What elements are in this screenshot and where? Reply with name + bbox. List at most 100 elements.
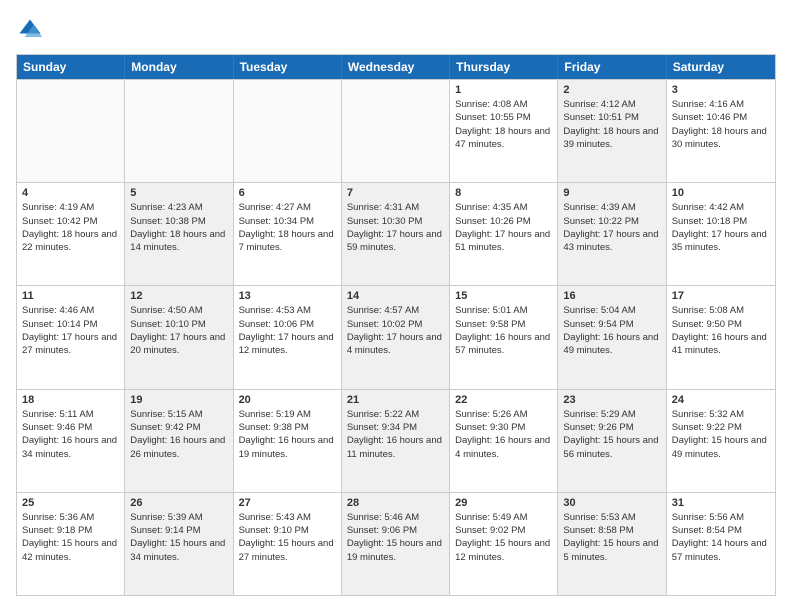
day-number-20: 20 — [239, 394, 336, 406]
day-info-26: Sunrise: 5:39 AM Sunset: 9:14 PM Dayligh… — [130, 511, 227, 564]
day-number-1: 1 — [455, 84, 552, 96]
day-cell-6: 6 Sunrise: 4:27 AM Sunset: 10:34 PM Dayli… — [234, 183, 342, 285]
day-number-25: 25 — [22, 497, 119, 509]
day-info-2: Sunrise: 4:12 AM Sunset: 10:51 PM Daylig… — [563, 98, 660, 151]
day-cell-9: 9 Sunrise: 4:39 AM Sunset: 10:22 PM Dayli… — [558, 183, 666, 285]
day-info-11: Sunrise: 4:46 AM Sunset: 10:14 PM Daylig… — [22, 304, 119, 357]
day-info-15: Sunrise: 5:01 AM Sunset: 9:58 PM Dayligh… — [455, 304, 552, 357]
day-cell-27: 27 Sunrise: 5:43 AM Sunset: 9:10 PM Dayli… — [234, 493, 342, 595]
day-info-20: Sunrise: 5:19 AM Sunset: 9:38 PM Dayligh… — [239, 408, 336, 461]
header-day-thursday: Thursday — [450, 55, 558, 79]
day-number-3: 3 — [672, 84, 770, 96]
day-info-16: Sunrise: 5:04 AM Sunset: 9:54 PM Dayligh… — [563, 304, 660, 357]
day-number-28: 28 — [347, 497, 444, 509]
day-info-29: Sunrise: 5:49 AM Sunset: 9:02 PM Dayligh… — [455, 511, 552, 564]
day-number-21: 21 — [347, 394, 444, 406]
day-number-14: 14 — [347, 290, 444, 302]
day-cell-22: 22 Sunrise: 5:26 AM Sunset: 9:30 PM Dayli… — [450, 390, 558, 492]
header-day-sunday: Sunday — [17, 55, 125, 79]
day-cell-31: 31 Sunrise: 5:56 AM Sunset: 8:54 PM Dayli… — [667, 493, 775, 595]
day-info-1: Sunrise: 4:08 AM Sunset: 10:55 PM Daylig… — [455, 98, 552, 151]
day-cell-10: 10 Sunrise: 4:42 AM Sunset: 10:18 PM Dayl… — [667, 183, 775, 285]
day-cell-13: 13 Sunrise: 4:53 AM Sunset: 10:06 PM Dayl… — [234, 286, 342, 388]
header-day-wednesday: Wednesday — [342, 55, 450, 79]
day-cell-empty — [234, 80, 342, 182]
day-info-14: Sunrise: 4:57 AM Sunset: 10:02 PM Daylig… — [347, 304, 444, 357]
day-number-2: 2 — [563, 84, 660, 96]
day-cell-2: 2 Sunrise: 4:12 AM Sunset: 10:51 PM Dayli… — [558, 80, 666, 182]
day-info-13: Sunrise: 4:53 AM Sunset: 10:06 PM Daylig… — [239, 304, 336, 357]
day-number-17: 17 — [672, 290, 770, 302]
day-number-11: 11 — [22, 290, 119, 302]
day-info-17: Sunrise: 5:08 AM Sunset: 9:50 PM Dayligh… — [672, 304, 770, 357]
day-info-31: Sunrise: 5:56 AM Sunset: 8:54 PM Dayligh… — [672, 511, 770, 564]
day-cell-26: 26 Sunrise: 5:39 AM Sunset: 9:14 PM Dayli… — [125, 493, 233, 595]
day-number-13: 13 — [239, 290, 336, 302]
day-info-30: Sunrise: 5:53 AM Sunset: 8:58 PM Dayligh… — [563, 511, 660, 564]
day-number-12: 12 — [130, 290, 227, 302]
day-number-9: 9 — [563, 187, 660, 199]
day-cell-8: 8 Sunrise: 4:35 AM Sunset: 10:26 PM Dayli… — [450, 183, 558, 285]
header-day-tuesday: Tuesday — [234, 55, 342, 79]
day-number-23: 23 — [563, 394, 660, 406]
day-cell-15: 15 Sunrise: 5:01 AM Sunset: 9:58 PM Dayli… — [450, 286, 558, 388]
calendar: SundayMondayTuesdayWednesdayThursdayFrid… — [16, 54, 776, 596]
day-number-16: 16 — [563, 290, 660, 302]
day-info-22: Sunrise: 5:26 AM Sunset: 9:30 PM Dayligh… — [455, 408, 552, 461]
day-cell-19: 19Sunrise: 5:15 AM Sunset: 9:42 PM Dayli… — [125, 390, 233, 492]
logo-icon — [16, 16, 44, 44]
day-cell-29: 29 Sunrise: 5:49 AM Sunset: 9:02 PM Dayli… — [450, 493, 558, 595]
day-number-24: 24 — [672, 394, 770, 406]
day-cell-empty — [17, 80, 125, 182]
day-number-15: 15 — [455, 290, 552, 302]
day-cell-18: 18Sunrise: 5:11 AM Sunset: 9:46 PM Dayli… — [17, 390, 125, 492]
calendar-week-2: 4Sunrise: 4:19 AM Sunset: 10:42 PM Dayli… — [17, 182, 775, 285]
day-number-22: 22 — [455, 394, 552, 406]
day-cell-28: 28Sunrise: 5:46 AM Sunset: 9:06 PM Dayli… — [342, 493, 450, 595]
header-day-friday: Friday — [558, 55, 666, 79]
day-cell-3: 3 Sunrise: 4:16 AM Sunset: 10:46 PM Dayli… — [667, 80, 775, 182]
day-info-24: Sunrise: 5:32 AM Sunset: 9:22 PM Dayligh… — [672, 408, 770, 461]
calendar-week-4: 18Sunrise: 5:11 AM Sunset: 9:46 PM Dayli… — [17, 389, 775, 492]
day-cell-7: 7Sunrise: 4:31 AM Sunset: 10:30 PM Dayli… — [342, 183, 450, 285]
day-cell-4: 4Sunrise: 4:19 AM Sunset: 10:42 PM Dayli… — [17, 183, 125, 285]
day-cell-5: 5 Sunrise: 4:23 AM Sunset: 10:38 PM Dayli… — [125, 183, 233, 285]
day-number-26: 26 — [130, 497, 227, 509]
day-info-3: Sunrise: 4:16 AM Sunset: 10:46 PM Daylig… — [672, 98, 770, 151]
logo — [16, 16, 48, 44]
day-number-30: 30 — [563, 497, 660, 509]
day-info-9: Sunrise: 4:39 AM Sunset: 10:22 PM Daylig… — [563, 201, 660, 254]
day-info-5: Sunrise: 4:23 AM Sunset: 10:38 PM Daylig… — [130, 201, 227, 254]
day-info-27: Sunrise: 5:43 AM Sunset: 9:10 PM Dayligh… — [239, 511, 336, 564]
day-cell-25: 25 Sunrise: 5:36 AM Sunset: 9:18 PM Dayli… — [17, 493, 125, 595]
day-info-19: Sunrise: 5:15 AM Sunset: 9:42 PM Dayligh… — [130, 408, 227, 461]
calendar-header: SundayMondayTuesdayWednesdayThursdayFrid… — [17, 55, 775, 79]
calendar-body: 1 Sunrise: 4:08 AM Sunset: 10:55 PM Dayli… — [17, 79, 775, 595]
day-info-23: Sunrise: 5:29 AM Sunset: 9:26 PM Dayligh… — [563, 408, 660, 461]
day-cell-17: 17 Sunrise: 5:08 AM Sunset: 9:50 PM Dayli… — [667, 286, 775, 388]
page: SundayMondayTuesdayWednesdayThursdayFrid… — [0, 0, 792, 612]
day-number-31: 31 — [672, 497, 770, 509]
day-info-25: Sunrise: 5:36 AM Sunset: 9:18 PM Dayligh… — [22, 511, 119, 564]
calendar-week-5: 25 Sunrise: 5:36 AM Sunset: 9:18 PM Dayli… — [17, 492, 775, 595]
day-info-4: Sunrise: 4:19 AM Sunset: 10:42 PM Daylig… — [22, 201, 119, 254]
day-number-6: 6 — [239, 187, 336, 199]
day-number-10: 10 — [672, 187, 770, 199]
day-info-8: Sunrise: 4:35 AM Sunset: 10:26 PM Daylig… — [455, 201, 552, 254]
day-cell-30: 30 Sunrise: 5:53 AM Sunset: 8:58 PM Dayli… — [558, 493, 666, 595]
day-info-7: Sunrise: 4:31 AM Sunset: 10:30 PM Daylig… — [347, 201, 444, 254]
day-number-8: 8 — [455, 187, 552, 199]
day-number-27: 27 — [239, 497, 336, 509]
day-cell-16: 16 Sunrise: 5:04 AM Sunset: 9:54 PM Dayli… — [558, 286, 666, 388]
day-number-18: 18 — [22, 394, 119, 406]
day-cell-11: 11 Sunrise: 4:46 AM Sunset: 10:14 PM Dayl… — [17, 286, 125, 388]
day-info-6: Sunrise: 4:27 AM Sunset: 10:34 PM Daylig… — [239, 201, 336, 254]
day-cell-1: 1 Sunrise: 4:08 AM Sunset: 10:55 PM Dayli… — [450, 80, 558, 182]
header-day-saturday: Saturday — [667, 55, 775, 79]
day-cell-20: 20 Sunrise: 5:19 AM Sunset: 9:38 PM Dayli… — [234, 390, 342, 492]
day-info-10: Sunrise: 4:42 AM Sunset: 10:18 PM Daylig… — [672, 201, 770, 254]
day-cell-24: 24 Sunrise: 5:32 AM Sunset: 9:22 PM Dayli… — [667, 390, 775, 492]
day-number-5: 5 — [130, 187, 227, 199]
header — [16, 16, 776, 44]
day-number-29: 29 — [455, 497, 552, 509]
